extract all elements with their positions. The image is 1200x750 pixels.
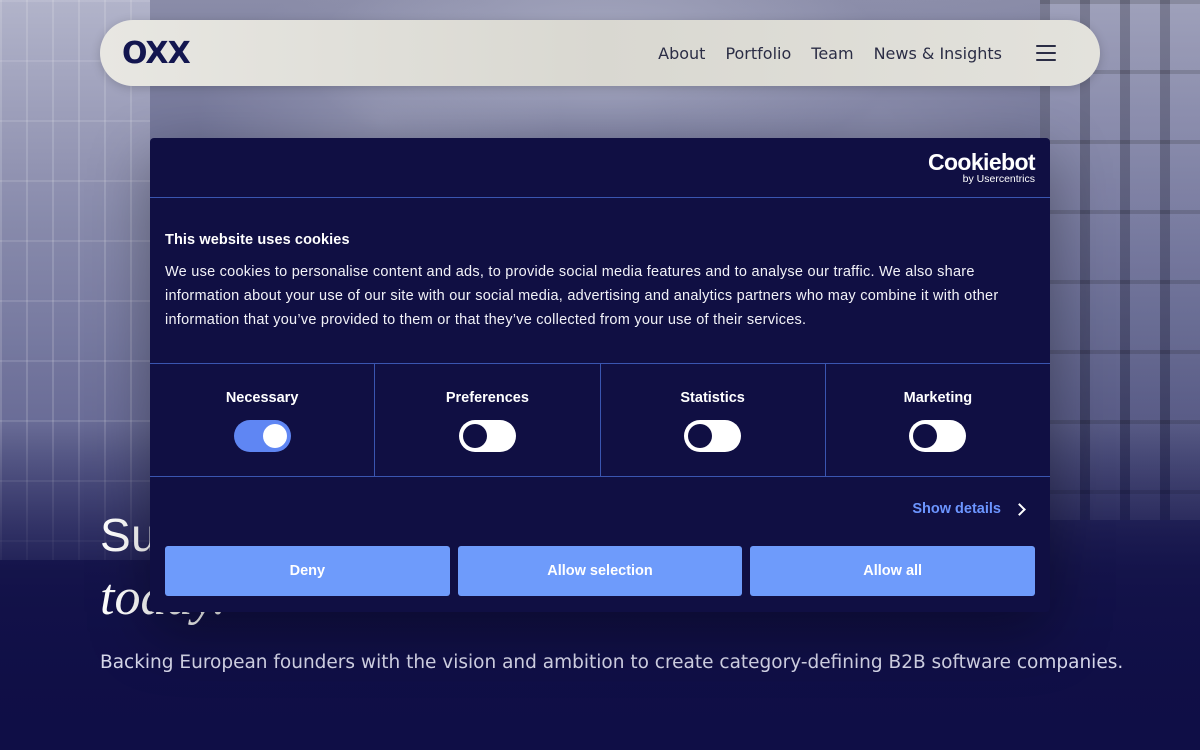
consent-buttons: Deny Allow selection Allow all bbox=[165, 546, 1036, 596]
show-details-label: Show details bbox=[912, 501, 1001, 517]
toggle-preferences[interactable] bbox=[458, 420, 516, 452]
toggle-cell-preferences: Preferences bbox=[375, 364, 601, 476]
toggle-label-preferences: Preferences bbox=[445, 390, 529, 406]
nav-link-team[interactable]: Team bbox=[811, 44, 853, 63]
hero-subtitle: Backing European founders with the visio… bbox=[100, 652, 1124, 673]
toggle-label-necessary: Necessary bbox=[225, 390, 299, 406]
toggle-label-marketing: Marketing bbox=[903, 390, 973, 406]
consent-toggles: Necessary Preferences Statistics Marketi… bbox=[150, 363, 1050, 477]
nav-link-news-insights[interactable]: News & Insights bbox=[874, 44, 1002, 63]
toggle-statistics[interactable] bbox=[684, 420, 742, 452]
allow-selection-button[interactable]: Allow selection bbox=[457, 546, 743, 596]
hero-title-line1: Su bbox=[100, 509, 158, 561]
dialog-description: We use cookies to personalise content an… bbox=[165, 264, 999, 328]
show-details-link[interactable]: Show details bbox=[912, 501, 1026, 517]
toggle-cell-necessary: Necessary bbox=[150, 364, 376, 476]
top-navbar: OXX About Portfolio Team News & Insights bbox=[100, 20, 1100, 86]
nav-link-about[interactable]: About bbox=[658, 44, 705, 63]
oxx-logo[interactable]: OXX bbox=[122, 36, 191, 71]
details-row: Show details bbox=[150, 477, 1050, 545]
nav-links: About Portfolio Team News & Insights bbox=[638, 44, 1056, 63]
chevron-right-icon bbox=[1013, 502, 1026, 516]
cookie-consent-dialog: Cookiebot by Usercentrics This website u… bbox=[150, 138, 1050, 612]
cookiebot-logo-sub: by Usercentrics bbox=[962, 173, 1035, 185]
hamburger-menu-icon[interactable] bbox=[1036, 45, 1056, 61]
toggle-label-statistics: Statistics bbox=[680, 390, 745, 406]
deny-button[interactable]: Deny bbox=[165, 546, 450, 596]
allow-all-button[interactable]: Allow all bbox=[750, 546, 1036, 596]
cookiebot-logo-name: Cookiebot bbox=[927, 149, 1036, 175]
toggle-cell-marketing: Marketing bbox=[826, 364, 1050, 476]
dialog-body: This website uses cookies We use cookies… bbox=[150, 198, 1050, 363]
dialog-title: This website uses cookies bbox=[165, 232, 350, 248]
toggle-necessary[interactable] bbox=[233, 420, 291, 452]
cookiebot-logo: Cookiebot by Usercentrics bbox=[927, 149, 1036, 185]
dialog-header: Cookiebot by Usercentrics bbox=[150, 138, 1050, 198]
nav-link-portfolio[interactable]: Portfolio bbox=[725, 44, 791, 63]
toggle-marketing[interactable] bbox=[909, 420, 967, 452]
toggle-cell-statistics: Statistics bbox=[601, 364, 826, 476]
